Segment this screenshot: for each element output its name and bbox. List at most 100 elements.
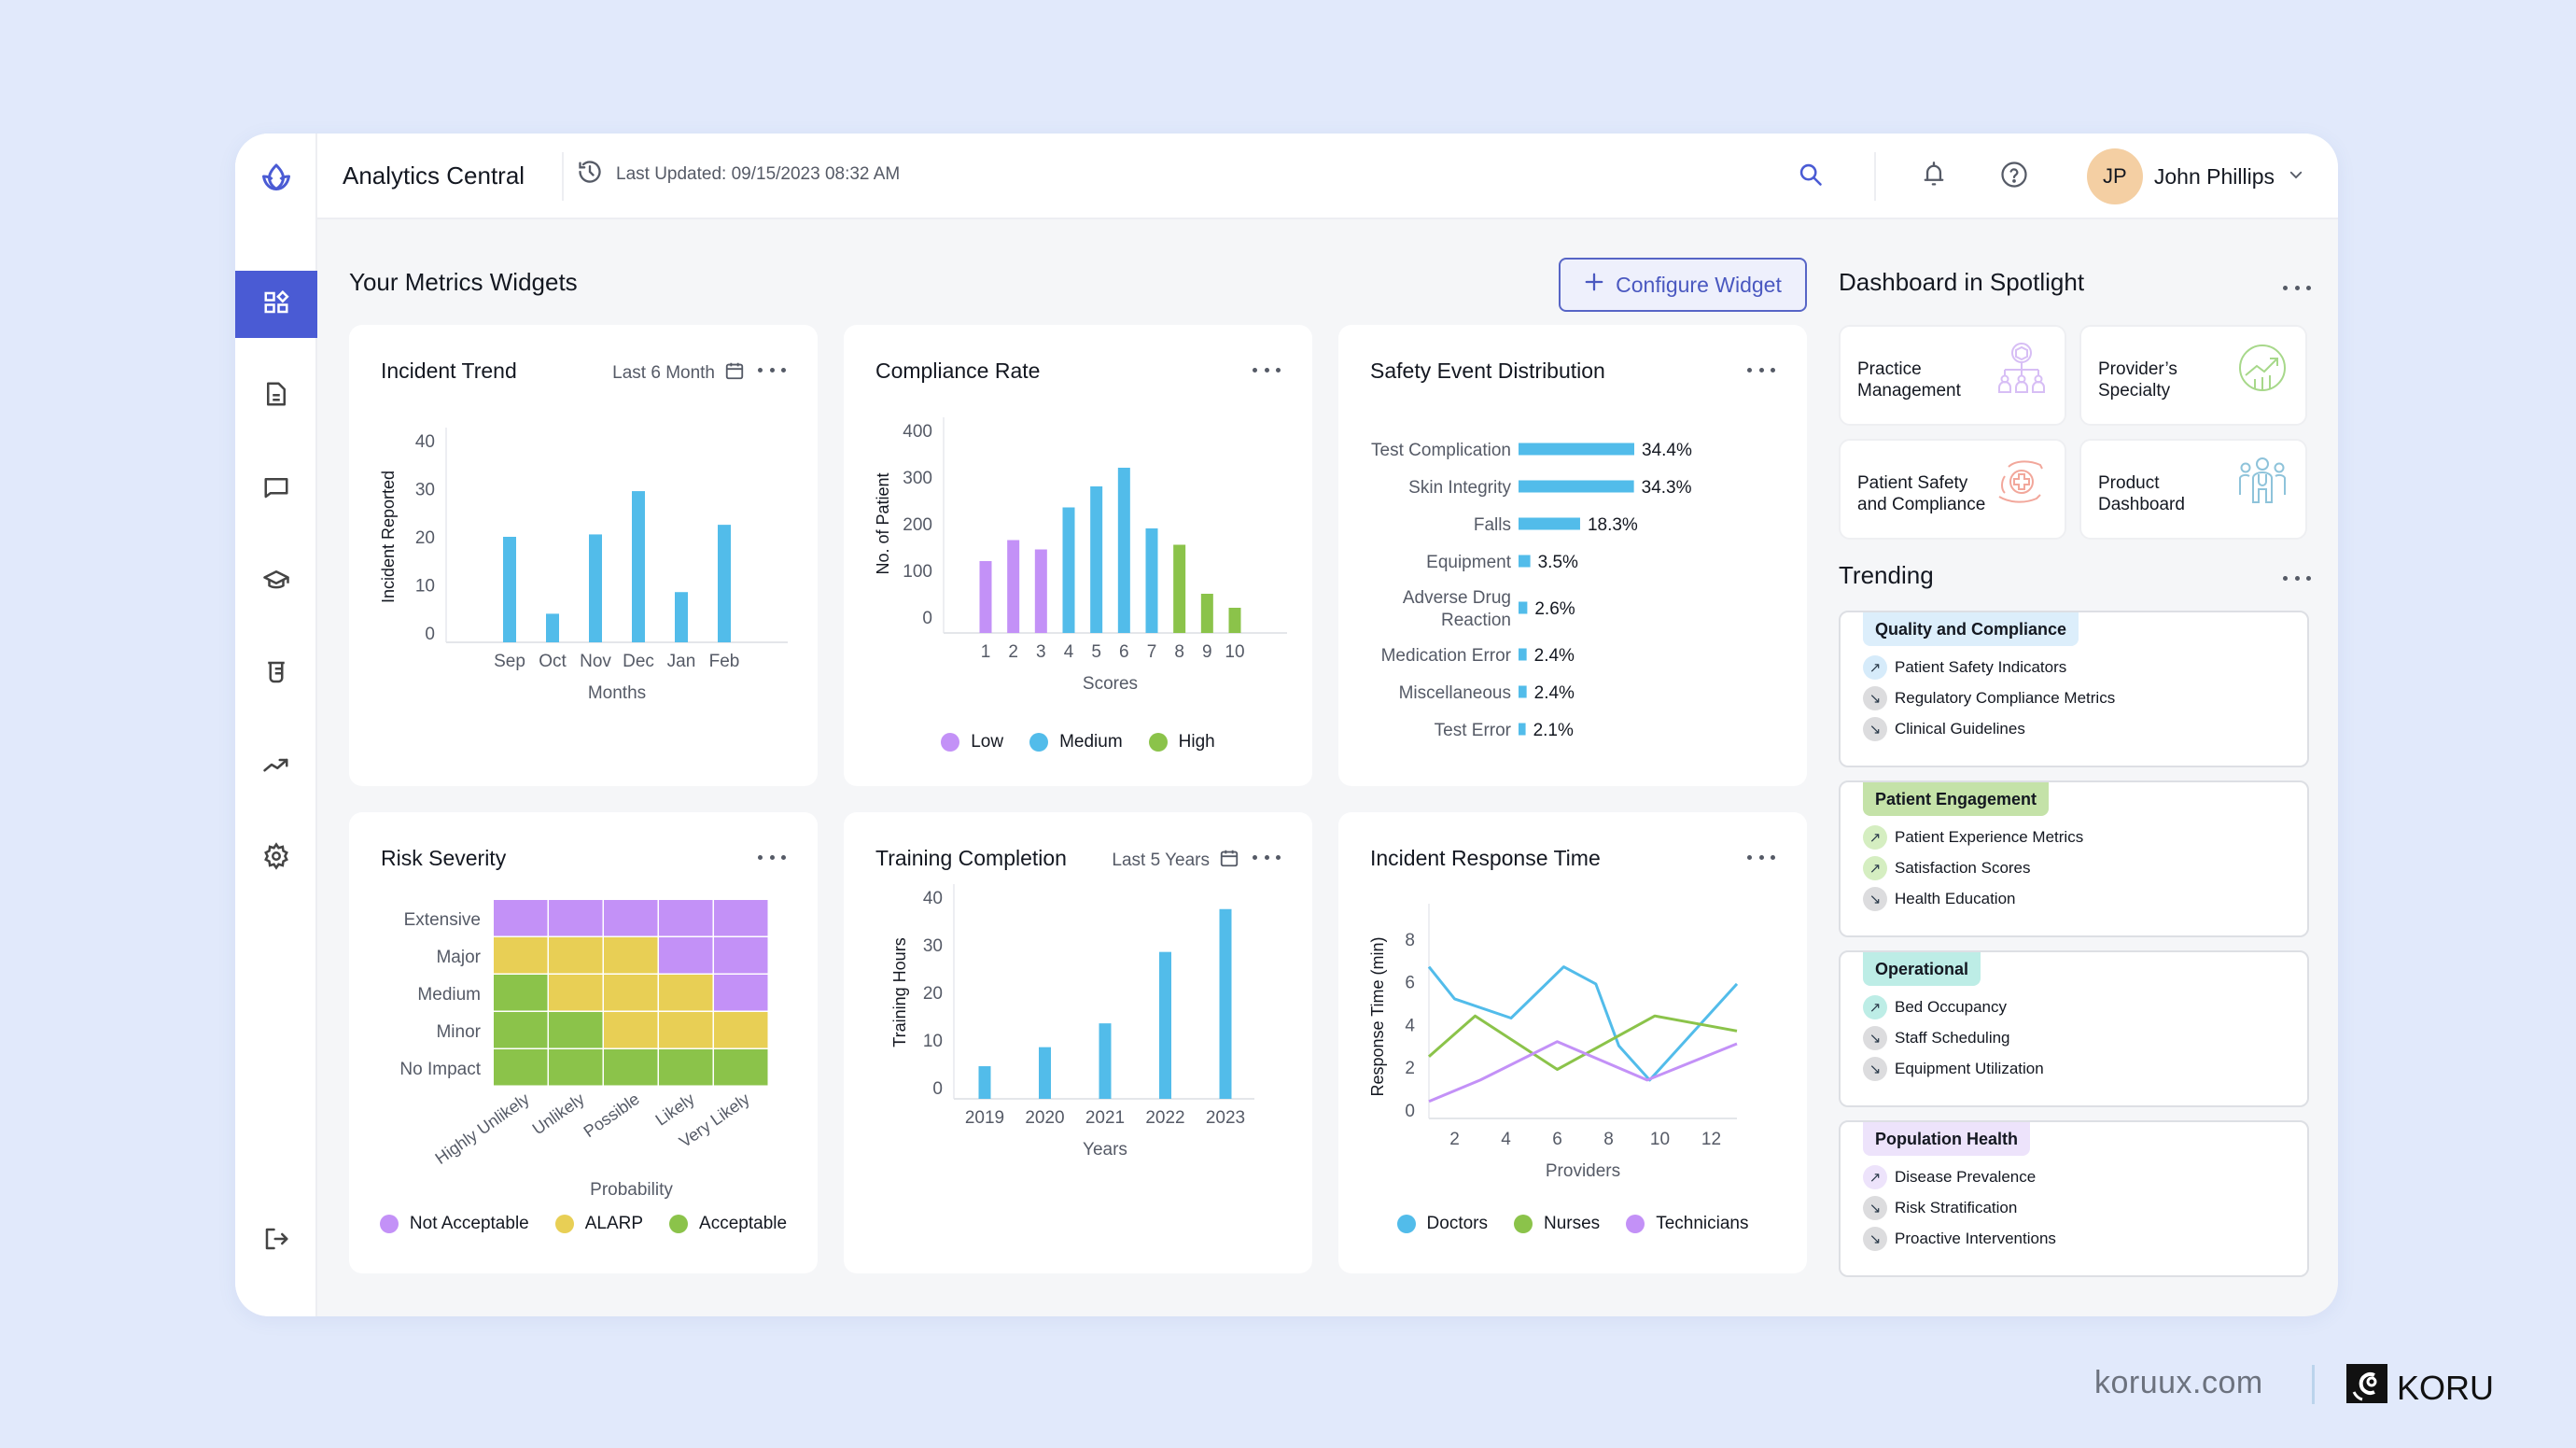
heatmap-cell — [714, 900, 768, 936]
sidebar-item-lab[interactable] — [235, 640, 317, 708]
trend-down-icon: ↘ — [1863, 686, 1887, 710]
logo-icon[interactable] — [256, 156, 297, 197]
trending-item[interactable]: ↘ Regulatory Compliance Metrics — [1863, 686, 2115, 710]
training-completion-chart: 0 10 20 30 40 2019 2020 2021 2022 2023 Years Traini… — [890, 884, 1254, 1160]
sidebar-item-trends[interactable] — [235, 733, 317, 800]
heatmap-cell — [549, 937, 603, 974]
value-label: 2.6% — [1534, 599, 1575, 619]
heatmap-cell — [549, 1012, 603, 1048]
x-tick-label: 2023 — [1206, 1108, 1245, 1128]
legend-swatch — [1514, 1215, 1533, 1233]
spotlight-card-practice-management[interactable]: Practice Management — [1839, 325, 2066, 426]
configure-widget-button[interactable]: Configure Widget — [1559, 258, 1807, 312]
legend-swatch — [1148, 733, 1168, 752]
avatar[interactable]: JP — [2086, 148, 2143, 204]
trending-item[interactable]: ↘ Clinical Guidelines — [1863, 717, 2025, 741]
compliance-rate-chart: 0 100 200 300 400 1 2 3 4 5 6 7 8 9 10 Scores No. of Pat… — [874, 417, 1287, 694]
legend-item-nurses[interactable]: Nurses — [1514, 1214, 1600, 1234]
legend-swatch — [554, 1215, 574, 1233]
legend-item-low[interactable]: Low — [941, 732, 1003, 752]
legend-swatch — [669, 1215, 689, 1233]
legend-item-alarp[interactable]: ALARP — [554, 1214, 643, 1234]
trending-item[interactable]: ↗ Satisfaction Scores — [1863, 856, 2031, 880]
footer-url[interactable]: koruux.com — [2094, 1365, 2263, 1401]
trending-item[interactable]: ↘ Proactive Interventions — [1863, 1227, 2056, 1251]
bar — [1519, 723, 1526, 736]
trending-item-label: Health Education — [1895, 890, 2016, 907]
legend-item-medium[interactable]: Medium — [1029, 732, 1123, 752]
y-tick-label: 400 — [903, 422, 932, 442]
legend-label: Not Acceptable — [409, 1214, 529, 1233]
trend-up-icon: ↗ — [1863, 1165, 1887, 1189]
heatmap-cell — [714, 975, 768, 1011]
y-axis-label: Response Time (min) — [1368, 936, 1387, 1096]
spotlight-card-patient-safety[interactable]: Patient Safety and Compliance — [1839, 439, 2066, 540]
sidebar-item-dashboard[interactable] — [235, 271, 317, 338]
trending-item-label: Staff Scheduling — [1895, 1029, 2010, 1047]
help-icon — [2000, 161, 2028, 193]
sidebar-item-training[interactable] — [235, 548, 317, 615]
sidebar-item-logout[interactable] — [235, 1207, 317, 1274]
y-tick-label: 300 — [903, 469, 932, 488]
sidebar-item-settings[interactable] — [235, 824, 317, 892]
sidebar-item-messages[interactable] — [235, 456, 317, 523]
brand-name: KORU — [2397, 1368, 2495, 1407]
spotlight-card-product-dashboard[interactable]: Product Dashboard — [2079, 439, 2307, 540]
bar — [1200, 594, 1213, 633]
value-label: 18.3% — [1588, 515, 1638, 535]
trending-item[interactable]: ↗ Bed Occupancy — [1863, 995, 2007, 1019]
beaker-icon — [262, 658, 290, 691]
chevron-down-icon[interactable] — [2288, 166, 2304, 188]
legend-item-not-acceptable[interactable]: Not Acceptable — [379, 1214, 529, 1234]
trending-item-label: Patient Experience Metrics — [1895, 828, 2084, 846]
user-name[interactable]: John Phillips — [2154, 164, 2275, 190]
bar — [1099, 1023, 1112, 1099]
x-tick-label: Jan — [667, 652, 696, 671]
trending-item[interactable]: ↘ Staff Scheduling — [1863, 1026, 2010, 1050]
section-title: Your Metrics Widgets — [349, 268, 578, 296]
trending-item[interactable]: ↗ Disease Prevalence — [1863, 1165, 2036, 1189]
notifications-button[interactable] — [1913, 156, 1954, 197]
logout-icon — [262, 1225, 290, 1258]
help-button[interactable] — [1994, 156, 2035, 197]
spotlight-label: Provider’s Specialty — [2098, 359, 2177, 401]
bar — [1519, 648, 1527, 661]
trending-item[interactable]: ↘ Health Education — [1863, 887, 2015, 911]
bell-icon — [1921, 161, 1947, 193]
search-button[interactable] — [1790, 156, 1831, 197]
spotlight-more-button[interactable] — [2283, 280, 2311, 295]
legend-item-technicians[interactable]: Technicians — [1626, 1214, 1748, 1234]
bar — [1519, 443, 1634, 456]
heatmap-cell — [494, 900, 548, 936]
legend-item-high[interactable]: High — [1148, 732, 1215, 752]
plus-icon — [1584, 272, 1604, 298]
x-tick-label: 9 — [1202, 642, 1212, 662]
trending-more-button[interactable] — [2283, 570, 2311, 585]
bar — [978, 1066, 991, 1099]
trending-up-icon — [262, 751, 290, 783]
incident-response-chart: 0 2 4 6 8 2 4 6 8 10 12 Providers Response Time (min… — [1368, 904, 1739, 1181]
spotlight-label: Practice Management — [1857, 359, 1961, 401]
trending-item[interactable]: ↗ Patient Safety Indicators — [1863, 655, 2066, 680]
legend-label: Technicians — [1656, 1214, 1749, 1233]
trend-down-icon: ↘ — [1863, 1196, 1887, 1220]
graduation-cap-icon — [262, 566, 290, 598]
spotlight-card-providers-specialty[interactable]: Provider’s Specialty — [2079, 325, 2307, 426]
row-label: No Impact — [399, 1060, 481, 1079]
trending-item-label: Bed Occupancy — [1895, 998, 2008, 1016]
row-label: Extensive — [404, 910, 481, 930]
trending-group-card: Population Health ↗ Disease Prevalence ↘ Ris… — [1839, 1120, 2309, 1277]
trending-item[interactable]: ↘ Risk Stratification — [1863, 1196, 2017, 1220]
app-title: Analytics Central — [343, 162, 525, 190]
category-label: Reaction — [1441, 611, 1511, 630]
legend-item-acceptable[interactable]: Acceptable — [669, 1214, 787, 1234]
trending-item[interactable]: ↗ Patient Experience Metrics — [1863, 825, 2083, 850]
legend-item-doctors[interactable]: Doctors — [1396, 1214, 1488, 1234]
category-label: Test Complication — [1371, 441, 1511, 460]
spotlight-label: Product Dashboard — [2098, 473, 2185, 514]
sidebar-item-reports[interactable] — [235, 362, 317, 429]
column-label: Unlikely — [529, 1090, 588, 1139]
y-tick-label: 2 — [1405, 1059, 1415, 1078]
trending-item[interactable]: ↘ Equipment Utilization — [1863, 1057, 2044, 1081]
trending-item-label: Regulatory Compliance Metrics — [1895, 689, 2116, 707]
